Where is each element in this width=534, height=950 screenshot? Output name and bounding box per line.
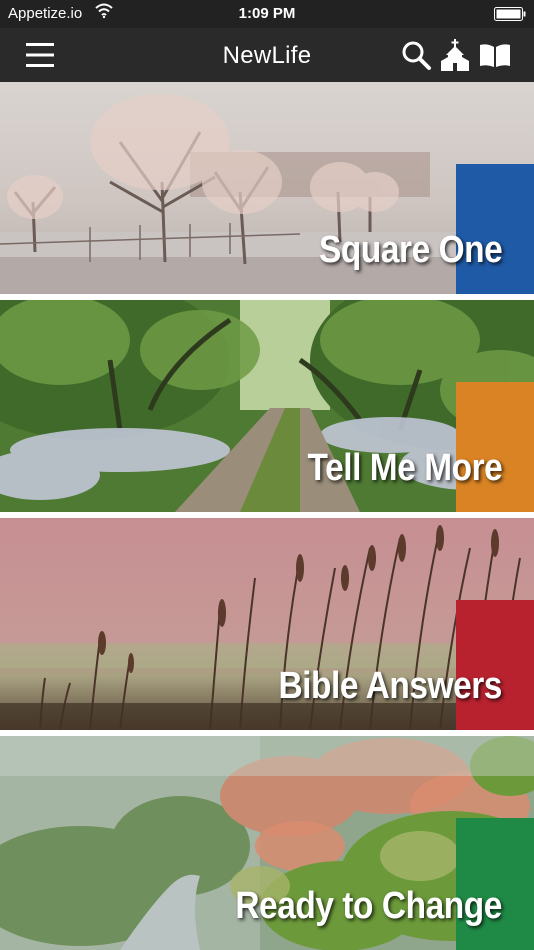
tile-tell-me-more[interactable]: Tell Me More [0, 300, 534, 512]
church-icon[interactable] [440, 39, 470, 71]
tile-accent-bar [456, 818, 534, 950]
search-icon[interactable] [400, 40, 432, 72]
tile-label: Square One [318, 229, 503, 271]
tile-label: Bible Answers [278, 665, 503, 707]
tile-label: Tell Me More [307, 447, 502, 489]
clock: 1:09 PM [238, 5, 296, 22]
status-bar: Appetize.io 1:09 PM [0, 0, 534, 28]
app-header: NewLife [0, 28, 534, 82]
tile-bible-answers[interactable]: Bible Answers [0, 518, 534, 730]
battery-icon [494, 7, 526, 21]
tile-square-one[interactable]: Square One [0, 82, 534, 294]
book-icon[interactable] [478, 42, 512, 68]
tile-ready-to-change[interactable]: Ready to Change [0, 736, 534, 950]
tile-label: Ready to Change [235, 885, 502, 927]
